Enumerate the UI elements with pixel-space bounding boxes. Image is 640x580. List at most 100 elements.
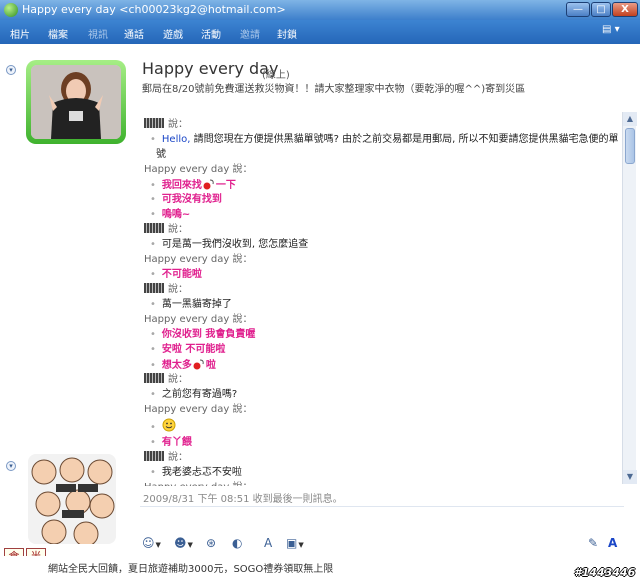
- chat-message: 可是萬一我們沒收到, 您怎麼追查: [144, 238, 308, 252]
- message-text: 有丫餵: [161, 437, 192, 448]
- smiley-icon: [162, 418, 176, 432]
- message-text-tail: 一下: [215, 180, 236, 191]
- font-icon[interactable]: A: [264, 535, 272, 551]
- sender-header: 說：: [144, 373, 188, 387]
- conversation-transcript[interactable]: 說： Hello, 請問您現在方便提供黑貓單號嗎? 由於之前交易都是用郵局, 所以…: [140, 116, 624, 486]
- watermark-text: #1443446: [574, 566, 636, 579]
- chat-message: 之前您有寄過嗎?: [144, 388, 237, 402]
- contact-name: Happy every day: [142, 59, 279, 78]
- close-button[interactable]: X: [612, 2, 638, 17]
- messenger-icon: [4, 3, 18, 17]
- chat-message: 安啦 不可能啦: [144, 343, 225, 357]
- contact-personal-message: 郵局在8/20號前免費運送救災物資！！請大家整理家中衣物（要乾淨的喔^^)寄到災…: [142, 84, 526, 95]
- chat-message: Hello, 請問您現在方便提供黑貓單號嗎? 由於之前交易都是用郵局, 所以不知…: [144, 133, 619, 147]
- menu-photos[interactable]: 相片: [10, 26, 30, 41]
- sender-label: Happy every day 說：: [144, 482, 252, 486]
- scroll-up-icon[interactable]: ▲: [623, 112, 637, 126]
- ad-text-link[interactable]: 網站全民大回饋，夏日旅遊補助3000元，SOGO禮券領取無上限: [48, 560, 333, 575]
- message-text: 我回來找: [161, 180, 202, 191]
- contact-display-picture[interactable]: [26, 60, 126, 144]
- masked-sender-name: [144, 451, 164, 461]
- animated-emoticon-icon: [192, 358, 206, 370]
- tools-menu-icon[interactable]: ▤ ▾: [602, 24, 632, 40]
- chat-message: 嗚嗚~: [144, 208, 190, 222]
- menu-video[interactable]: 視訊: [88, 26, 108, 41]
- contact-photo: [31, 65, 121, 139]
- handwriting-icon[interactable]: ✎: [588, 535, 598, 551]
- chat-message: 我回來找 一下: [144, 178, 236, 193]
- sender-label: 說：: [168, 224, 188, 235]
- sender-label: 說：: [168, 284, 188, 295]
- animated-emoticon-icon: [202, 178, 216, 190]
- chat-message: 萬一黑貓寄掉了: [144, 298, 232, 312]
- sender-header: Happy every day 說：: [144, 253, 252, 267]
- input-toolbar: ☺▼ ☻▼ ⊛ ◐ A ▣▼ ✎ A: [140, 532, 636, 554]
- contact-status: (線上): [262, 70, 290, 81]
- menu-invite[interactable]: 邀請: [240, 26, 260, 41]
- sender-label: Happy every day 說：: [144, 314, 253, 325]
- menu-activities[interactable]: 活動: [201, 26, 221, 41]
- sender-header: Happy every day 說：: [144, 403, 252, 417]
- sender-header: 說：: [144, 118, 188, 132]
- chat-message: 號: [144, 148, 166, 162]
- sender-label: Happy every day 說：: [144, 254, 253, 265]
- chat-message: 你沒收到 我會負責喔: [144, 328, 255, 342]
- masked-sender-name: [144, 283, 164, 293]
- chat-message: 我老婆忐忑不安啦: [144, 466, 242, 480]
- message-text: 想太多: [161, 360, 192, 371]
- message-text: 號: [156, 149, 166, 160]
- transcript-scrollbar[interactable]: ▲ ▼: [622, 112, 637, 484]
- sender-label: 說：: [168, 374, 188, 385]
- menu-games[interactable]: 遊戲: [163, 26, 183, 41]
- menu-files[interactable]: 檔案: [48, 26, 68, 41]
- chat-message: 可我沒有找到: [144, 193, 222, 207]
- sender-label: 說：: [168, 452, 188, 463]
- message-text: 你沒收到 我會負責喔: [161, 329, 256, 340]
- sender-header: Happy every day 說：: [144, 313, 252, 327]
- scroll-thumb[interactable]: [625, 128, 635, 164]
- chat-message: [144, 418, 176, 435]
- text-mode-icon[interactable]: A: [608, 535, 617, 551]
- voice-clip-icon[interactable]: ◐: [232, 535, 242, 551]
- menu-call[interactable]: 通話: [124, 26, 144, 41]
- message-text: 可是萬一我們沒收到, 您怎麼追查: [161, 239, 309, 250]
- sender-label: 說：: [168, 119, 188, 130]
- title-bar: Happy every day <ch00023kg2@hotmail.com>…: [0, 0, 640, 20]
- message-text: Hello, 請問您現在方便提供黑貓單號嗎? 由於之前交易都是用郵局, 所以不知…: [161, 134, 619, 145]
- sender-label: Happy every day 說：: [144, 404, 253, 415]
- my-display-picture[interactable]: [28, 454, 116, 544]
- minimize-button[interactable]: —: [566, 2, 590, 17]
- menu-bar: 相片 檔案 視訊 通話 遊戲 活動 邀請 封鎖 ▤ ▾: [0, 20, 640, 44]
- message-text: 我老婆忐忑不安啦: [161, 467, 242, 478]
- sender-header: 說：: [144, 451, 188, 465]
- message-text: 安啦 不可能啦: [161, 344, 226, 355]
- message-text: 萬一黑貓寄掉了: [161, 299, 232, 310]
- sender-label: Happy every day 說：: [144, 164, 253, 175]
- sender-header: 說：: [144, 283, 188, 297]
- sender-header: 說：: [144, 223, 188, 237]
- ad-status-bar: 網站全民大回饋，夏日旅遊補助3000元，SOGO禮券領取無上限 #1443446: [0, 556, 640, 580]
- background-icon[interactable]: ▣▼: [286, 535, 304, 551]
- message-input[interactable]: [140, 506, 624, 534]
- collapse-contact-icon[interactable]: ▾: [6, 65, 16, 75]
- chat-message: 不可能啦: [144, 268, 202, 282]
- message-text: 之前您有寄過嗎?: [161, 389, 238, 400]
- nudge-icon[interactable]: ⊛: [206, 535, 216, 551]
- chat-message: 想太多 啦: [144, 358, 216, 373]
- message-text: 可我沒有找到: [161, 194, 222, 205]
- message-text-tail: 啦: [205, 360, 216, 371]
- emoticon-icon[interactable]: ☺▼: [142, 535, 161, 551]
- masked-sender-name: [144, 118, 164, 128]
- menu-block[interactable]: 封鎖: [277, 26, 297, 41]
- sender-header: Happy every day 說：: [144, 163, 252, 177]
- chat-message: 有丫餵: [144, 436, 192, 450]
- message-text: 嗚嗚~: [161, 209, 191, 220]
- collapse-self-icon[interactable]: ▾: [6, 461, 16, 471]
- scroll-down-icon[interactable]: ▼: [623, 470, 637, 484]
- masked-sender-name: [144, 223, 164, 233]
- wink-icon[interactable]: ☻▼: [174, 535, 193, 551]
- message-text: 不可能啦: [161, 269, 202, 280]
- window-title: Happy every day <ch00023kg2@hotmail.com>: [22, 3, 286, 16]
- last-received-notice: 2009/8/31 下午 08:51 收到最後一則訊息。: [143, 494, 343, 505]
- maximize-button[interactable]: □: [591, 2, 611, 17]
